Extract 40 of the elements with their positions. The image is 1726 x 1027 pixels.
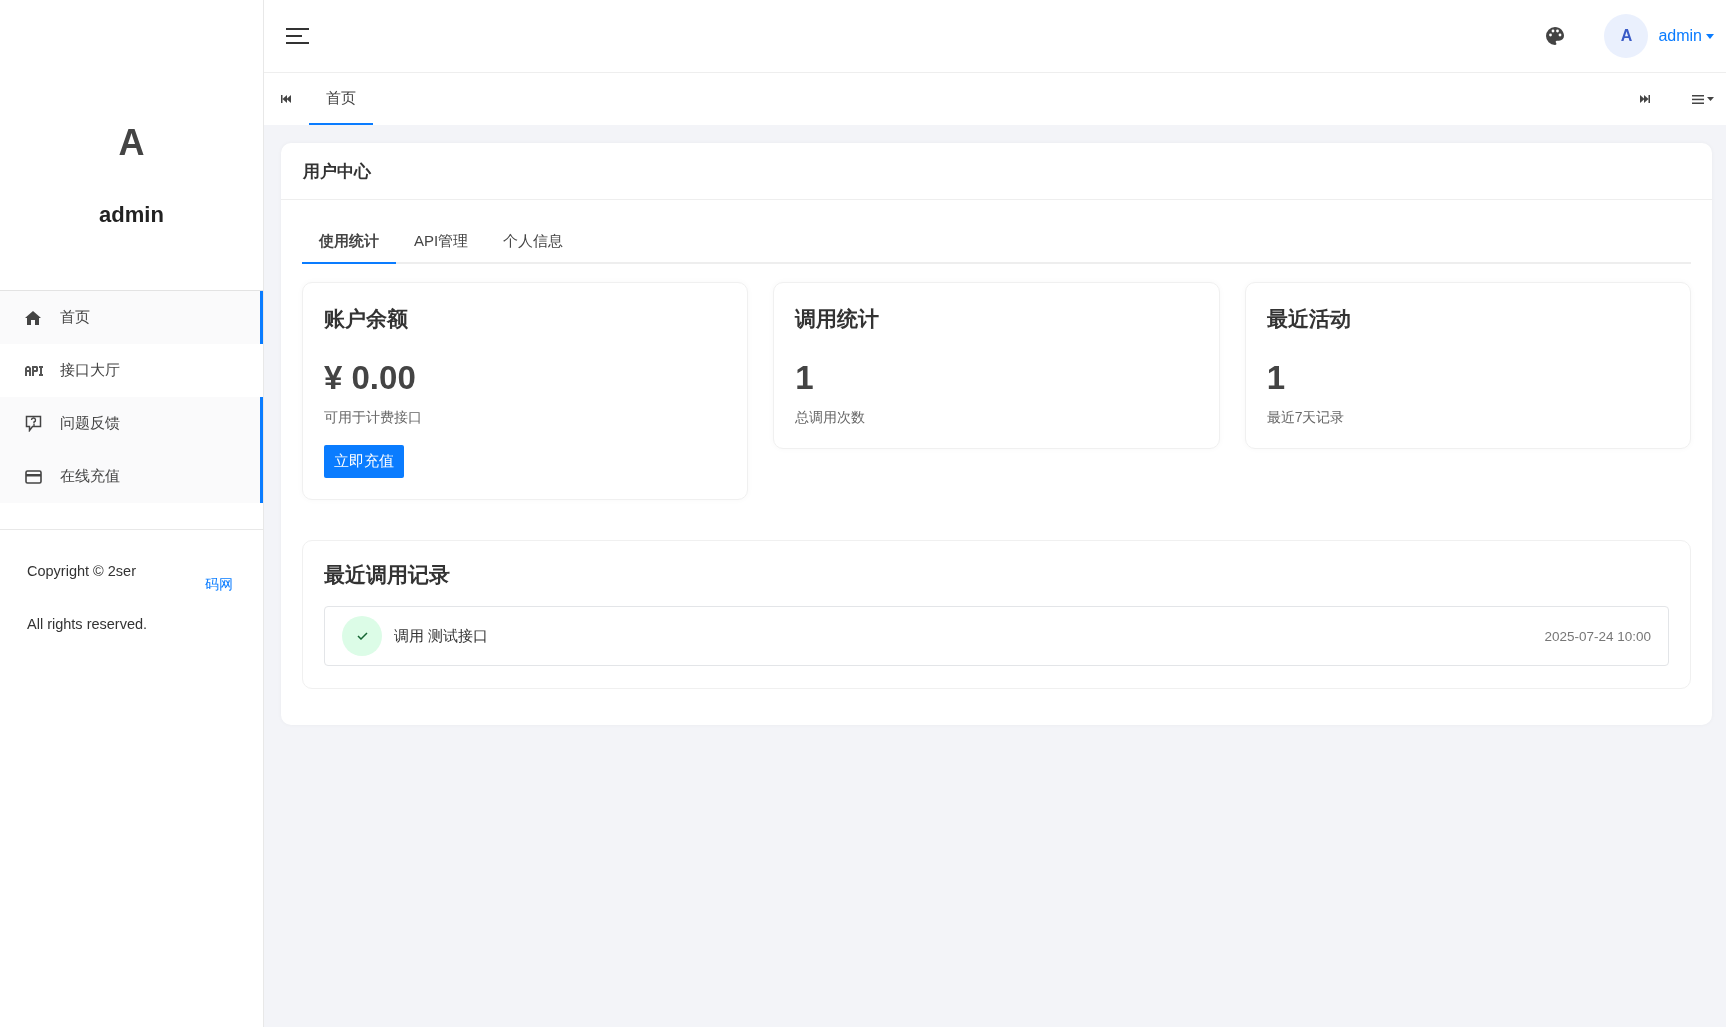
- tab[interactable]: 个人信息: [486, 220, 581, 264]
- palette-icon[interactable]: [1546, 27, 1565, 45]
- username: admin: [98, 202, 165, 228]
- user-menu-button[interactable]: admin: [1658, 27, 1714, 45]
- sidebar-item[interactable]: 接口大厅: [0, 344, 263, 397]
- avatar-letter: A: [117, 122, 146, 164]
- record-text: 调用 测试接口: [394, 626, 490, 646]
- skip-back-icon[interactable]: [281, 95, 291, 103]
- tab[interactable]: 使用统计: [302, 220, 396, 264]
- page-tab[interactable]: 首页: [309, 73, 373, 125]
- stat-title: 调用统计: [795, 306, 881, 332]
- recent-title: 最近调用记录: [324, 562, 451, 588]
- record-time: 2025-07-24 10:00: [1544, 628, 1651, 644]
- sidebar-item[interactable]: 首页: [0, 291, 263, 344]
- caret-icon: [1706, 33, 1714, 39]
- list-menu-icon[interactable]: [1692, 94, 1714, 104]
- copyright-text: Copyright © 2ser: [27, 562, 136, 581]
- stat-caption: 可用于计费接口: [324, 409, 423, 427]
- user-avatar[interactable]: A: [1604, 14, 1649, 58]
- stat-value: 1: [1266, 359, 1286, 397]
- sidebar-item[interactable]: 在线充值: [0, 450, 263, 503]
- card-icon: [25, 469, 42, 484]
- stat-title: 账户余额: [324, 306, 409, 332]
- sidebar-item[interactable]: 问题反馈: [0, 397, 263, 450]
- feedback-icon: [25, 415, 42, 432]
- stat-value: 1: [795, 359, 815, 397]
- panel-title: 用户中心: [281, 143, 1712, 200]
- menu-icon[interactable]: [286, 28, 309, 44]
- stat-title: 最近活动: [1266, 306, 1352, 332]
- home-icon: [25, 310, 41, 325]
- rights-text: All rights reserved.: [27, 615, 149, 634]
- stat-caption: 最近7天记录: [1266, 409, 1346, 427]
- stat-value: ¥ 0.00: [324, 359, 417, 397]
- check-icon: [356, 632, 368, 640]
- site-link[interactable]: 码网: [180, 558, 236, 611]
- stat-caption: 总调用次数: [795, 409, 867, 427]
- skip-forward-icon[interactable]: [1640, 95, 1650, 103]
- tab[interactable]: API管理: [397, 220, 486, 264]
- recharge-button[interactable]: 立即充值: [324, 445, 404, 478]
- api-icon: [25, 365, 43, 376]
